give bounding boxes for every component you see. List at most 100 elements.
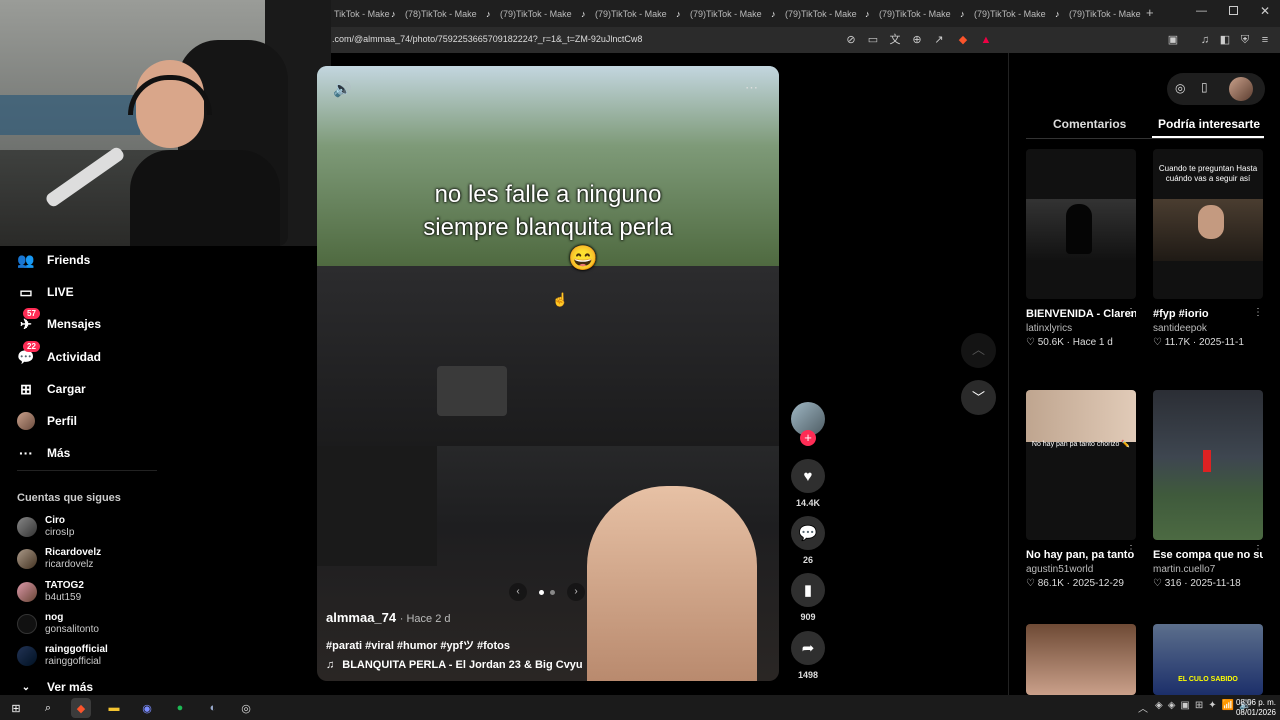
caption-line-1: no les falle a ninguno	[434, 181, 662, 208]
card-thumbnail[interactable]	[1026, 149, 1136, 299]
previous-video-button[interactable]: ︿	[961, 333, 996, 368]
panel-icon[interactable]: ◧	[1218, 33, 1232, 47]
music-info[interactable]: ♫ BLANQUITA PERLA - El Jordan 23 & Big Cv…	[326, 659, 583, 671]
nav-item-mensajes[interactable]: ✈ 57 Mensajes	[17, 308, 101, 336]
card-more-icon[interactable]: ⋮	[1126, 544, 1136, 555]
like-action[interactable]: ♥ 14.4K	[791, 459, 825, 508]
browser-tab[interactable]: ♪ (78)TikTok - Make	[391, 4, 483, 23]
video-player[interactable]: 🔊 ⋯ no les falle a ninguno siempre blanq…	[317, 66, 779, 681]
bookmark-icon[interactable]: ▮	[791, 573, 825, 607]
card-meta: ♡ 86.1K · 2025-12-29	[1026, 578, 1124, 589]
search-icon[interactable]: ⌕	[38, 698, 58, 718]
profile-icon	[17, 412, 35, 430]
tiktok-icon: ♪	[391, 8, 396, 19]
sidebar-icon[interactable]: ▣	[1166, 33, 1180, 47]
video-author[interactable]: almmaa_74 · Hace 2 d	[326, 610, 451, 625]
rewards-icon[interactable]: ▲	[979, 33, 993, 47]
vpn-icon[interactable]: ⛨	[1238, 33, 1252, 47]
share-arrow-icon[interactable]: ➦	[791, 631, 825, 665]
card-author[interactable]: agustin51world	[1026, 564, 1136, 575]
tiktok-icon: ♪	[1055, 8, 1060, 19]
prev-slide-button[interactable]: ‹	[509, 583, 527, 601]
card-author[interactable]: latinxlyrics	[1026, 323, 1136, 334]
more-options-icon[interactable]: ⋯	[745, 80, 758, 96]
recommended-card[interactable]: Ese compa que no supera #fyp... martin.c…	[1153, 390, 1263, 589]
share-icon[interactable]: ↗	[932, 33, 946, 47]
spotify-icon[interactable]: ●	[170, 698, 190, 718]
windows-start-icon[interactable]: ⊞	[6, 698, 26, 718]
brave-shields-icon[interactable]: ◆	[956, 33, 970, 47]
nav-item-perfil[interactable]: Perfil	[17, 409, 77, 433]
recommended-card[interactable]: No hay pan pa tanto chorizo ✏️ No hay pa…	[1026, 390, 1136, 589]
browser-tab[interactable]: ♪ (79)TikTok - Make	[1055, 4, 1147, 23]
share-action[interactable]: ➦ 1498	[791, 631, 825, 680]
file-explorer-icon[interactable]: ▬	[104, 698, 124, 718]
comment-icon[interactable]: 💬	[791, 516, 825, 550]
heart-icon[interactable]: ♥	[791, 459, 825, 493]
nav-item-actividad[interactable]: 💬 22 Actividad	[17, 341, 101, 369]
url-field[interactable]: .com/@almmaa_74/photo/759225366570918222…	[332, 34, 642, 44]
discord-icon[interactable]: ◉	[137, 698, 157, 718]
following-account[interactable]: rainggofficial rainggofficial	[17, 641, 108, 671]
close-icon[interactable]: ✕	[1260, 4, 1270, 18]
hashtags[interactable]: #parati #viral #humor #ypfツ #fotos	[326, 637, 510, 653]
compass-icon[interactable]: ◎	[1175, 81, 1185, 95]
zoom-icon[interactable]: ⊕	[910, 33, 924, 47]
minimize-icon[interactable]: —	[1196, 5, 1207, 17]
menu-icon[interactable]: ≡	[1258, 33, 1272, 47]
tab-comentarios[interactable]: Comentarios	[1053, 117, 1126, 131]
nav-item-friends[interactable]: 👥 Friends	[17, 248, 90, 272]
top-actions: ◎ ▯	[1167, 73, 1265, 105]
browser-tab[interactable]: ♪ (79)TikTok - Make	[581, 4, 673, 23]
card-thumbnail[interactable]	[1153, 390, 1263, 540]
cast-icon[interactable]: ▭	[866, 33, 880, 47]
volume-icon[interactable]: 🔊	[333, 80, 352, 98]
tab-podria-interesarte[interactable]: Podría interesarte	[1158, 117, 1260, 131]
card-author[interactable]: martin.cuello7	[1153, 564, 1263, 575]
dashboard	[317, 266, 779, 446]
browser-tab[interactable]: ♪ (79)TikTok - Make	[676, 4, 768, 23]
card-more-icon[interactable]: ⋮	[1253, 307, 1263, 318]
following-account[interactable]: Ciro cirosIp	[17, 512, 74, 542]
comment-action[interactable]: 💬 26	[791, 516, 825, 565]
card-thumbnail[interactable]: Cuando te preguntan Hasta cuándo vas a s…	[1153, 149, 1263, 299]
translate-icon[interactable]: 文	[888, 33, 902, 47]
tray-chevron-icon[interactable]: ︿	[1138, 700, 1148, 715]
browser-tab[interactable]: ♪ (79)TikTok - Make	[486, 4, 578, 23]
music-icon[interactable]: ♫	[1198, 33, 1212, 47]
following-account[interactable]: TATOG2 b4ut159	[17, 577, 84, 607]
card-more-icon[interactable]: ⋮	[1126, 307, 1136, 318]
save-action[interactable]: ▮ 909	[791, 573, 825, 622]
recommended-card-thumbnail[interactable]: EL CULO SABIDO	[1153, 624, 1263, 695]
nav-item-live[interactable]: ▭ LIVE	[17, 280, 73, 304]
browser-tab[interactable]: ♪ (79)TikTok - Make	[960, 4, 1052, 23]
card-author[interactable]: santideepok	[1153, 323, 1263, 334]
phone-icon[interactable]: ▯	[1201, 80, 1208, 94]
browser-tab[interactable]: ♪ (79)TikTok - Make	[865, 4, 957, 23]
activity-badge: 22	[23, 341, 40, 352]
recommended-card[interactable]: Cuando te preguntan Hasta cuándo vas a s…	[1153, 149, 1263, 348]
follow-plus-icon[interactable]: +	[800, 430, 816, 446]
caption-line-2: siempre blanquita perla	[423, 214, 673, 241]
following-account[interactable]: nog gonsalitonto	[17, 609, 99, 639]
recommended-card-thumbnail[interactable]	[1026, 624, 1136, 695]
nav-item-cargar[interactable]: ⊞ Cargar	[17, 377, 86, 401]
thumb-caption: No hay pan pa tanto chorizo ✏️	[1031, 441, 1131, 448]
nav-item-mas[interactable]: ··· Más	[17, 441, 70, 465]
maximize-icon[interactable]	[1229, 6, 1238, 15]
recommended-card[interactable]: BIENVENIDA - Clarent #viral #f... latinx…	[1026, 149, 1136, 348]
obs-icon[interactable]: ◎	[236, 698, 256, 718]
next-video-button[interactable]: ﹀	[961, 380, 996, 415]
card-thumbnail[interactable]: No hay pan pa tanto chorizo ✏️	[1026, 390, 1136, 540]
browser-tab[interactable]: ♪ (79)TikTok - Make	[771, 4, 863, 23]
brave-browser-icon[interactable]: ◆	[71, 698, 91, 718]
next-slide-button[interactable]: ›	[567, 583, 585, 601]
card-more-icon[interactable]: ⋮	[1253, 544, 1263, 555]
following-account[interactable]: Ricardovelz ricardovelz	[17, 544, 101, 574]
no-tracking-icon[interactable]: ⊘	[844, 33, 858, 47]
new-tab-button[interactable]: +	[1146, 5, 1154, 20]
steam-icon[interactable]: ◐	[203, 698, 223, 718]
person-body	[130, 150, 280, 246]
clock[interactable]: 08:06 p. m. 08/01/2026	[1230, 698, 1276, 718]
profile-avatar[interactable]	[1229, 77, 1253, 101]
